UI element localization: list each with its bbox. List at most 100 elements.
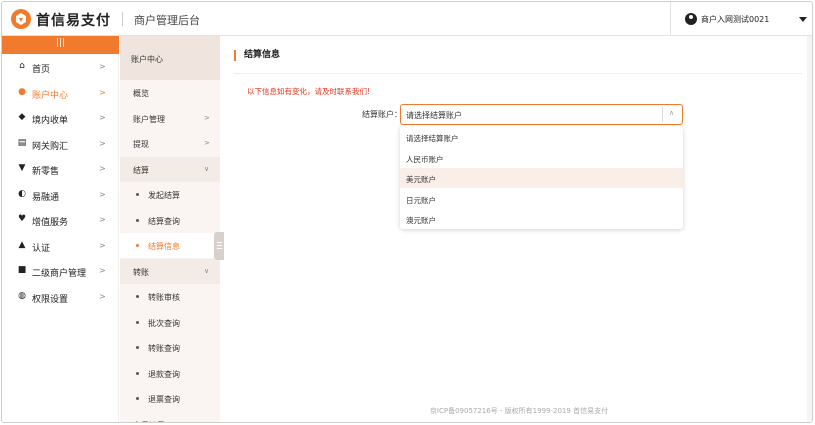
subnav-item-label: 转账 <box>133 267 149 277</box>
home-icon: ⌂ <box>19 61 25 71</box>
dropdown-option[interactable]: 请选择结算账户 <box>400 127 683 147</box>
subnav-collapse-handle[interactable] <box>214 232 224 260</box>
option-label: 请选择结算账户 <box>406 134 459 143</box>
dropdown-option[interactable]: 澳元账户 <box>400 209 683 229</box>
sidebar-item-9[interactable]: ◍ 权限设置 > <box>2 284 119 310</box>
sidebar-item-label: 易融通 <box>32 192 60 203</box>
dropdown-option[interactable]: 日元账户 <box>400 189 683 209</box>
sidebar-item-7[interactable]: ▲ 认证 > <box>2 233 119 259</box>
title-divider <box>234 73 802 74</box>
header-divider <box>122 12 123 26</box>
subnav-item-label: 退款查询 <box>148 369 180 379</box>
sidebar-item-2[interactable]: ◆ 境内收单 > <box>2 105 119 131</box>
sidebar-item-label: 新零售 <box>32 167 60 177</box>
notice-text: 以下信息如有变化，请及时联系我们! <box>247 87 371 96</box>
subnav-item-label: 转账审核 <box>148 293 180 302</box>
subnav-item-12[interactable]: 退票查询 <box>120 386 220 411</box>
subnav-item-11[interactable]: 退款查询 <box>120 361 220 386</box>
bank-icon: ▤ <box>17 137 27 148</box>
subnav-item-1[interactable]: 账户管理 > <box>120 106 220 131</box>
id-card-icon: ■ <box>17 265 27 275</box>
chevron-right-icon: > <box>99 138 106 148</box>
subnav-item-4[interactable]: 发起结算 <box>120 182 220 207</box>
chevron-icon: > <box>204 139 210 147</box>
subnav-item-label: 结算 <box>133 165 149 175</box>
subnav-item-13[interactable]: 交易记录 > <box>120 412 220 423</box>
settlement-account-select[interactable]: 请选择结算账户 ∧ <box>400 104 683 125</box>
subnav-item-3[interactable]: 结算 ∨ <box>120 156 220 182</box>
lock-icon: ◍ <box>18 290 26 301</box>
main-content: 结算信息 以下信息如有变化，请及时联系我们! 结算账户： 请选择结算账户 ∧ 请… <box>224 36 812 422</box>
subnav-item-label: 交易记录 <box>133 420 165 423</box>
app-window: 首信易支付 商户管理后台 商户入网测试0021 ||| ⌂ 首页 > ● 账户中心 > ◆ 境… <box>1 1 813 423</box>
select-value: 请选择结算账户 <box>406 111 462 120</box>
subnav-list: 概览 账户管理 > 提现 > 结算 ∨ 发起结算 结算查询 结算信息 转账 ∨ 转账审核 批次查询 转账查询… <box>120 80 220 423</box>
chevron-right-icon: > <box>99 240 106 250</box>
person-icon: ▲ <box>18 239 26 250</box>
section-title: 结算信息 <box>234 50 280 61</box>
subnav-item-0[interactable]: 概览 <box>120 80 220 105</box>
chevron-icon: ∨ <box>204 164 210 173</box>
sidebar-item-label: 认证 <box>32 243 51 254</box>
swap-icon: ◐ <box>18 188 26 199</box>
page-scrollbar[interactable] <box>807 36 812 422</box>
subnav-item-10[interactable]: 转账查询 <box>120 335 220 360</box>
sidebar-item-label: 二级商户管理 <box>32 269 87 279</box>
bullet-icon <box>136 346 139 349</box>
sidebar-toggle[interactable]: ||| <box>2 36 119 54</box>
user-name: 商户入网测试0021 <box>701 15 770 24</box>
chevron-right-icon: > <box>99 266 106 275</box>
sidebar-item-4[interactable]: ▼ 新零售 > <box>2 156 119 182</box>
layers-icon: ◆ <box>18 112 26 122</box>
bullet-icon <box>136 320 139 324</box>
user-menu[interactable]: 商户入网测试0021 <box>670 2 812 36</box>
dropdown-option[interactable]: 人民币账户 <box>400 148 683 168</box>
cart-icon: ▼ <box>18 163 26 173</box>
chevron-right-icon: > <box>99 291 106 301</box>
sidebar-item-label: 权限设置 <box>32 294 69 305</box>
heart-icon: ♥ <box>17 214 27 224</box>
sidebar-item-label: 境内收单 <box>32 116 69 126</box>
subnav-item-label: 发起结算 <box>148 191 180 200</box>
sidebar-item-label: 账户中心 <box>32 90 69 101</box>
sidebar-item-5[interactable]: ◐ 易融通 > <box>2 182 119 208</box>
subnav-item-8[interactable]: 转账审核 <box>120 284 220 309</box>
chevron-right-icon: > <box>99 189 106 199</box>
option-label: 日元账户 <box>406 195 436 205</box>
sidebar-item-label: 首页 <box>32 65 51 75</box>
bullet-icon <box>136 371 139 375</box>
dropdown-option[interactable]: 美元账户 <box>400 168 683 188</box>
sidebar-item-label: 增值服务 <box>32 218 69 228</box>
bullet-icon <box>136 218 139 222</box>
sidebar-item-6[interactable]: ♥ 增值服务 > <box>2 207 119 233</box>
sidebar-item-3[interactable]: ▤ 网关购汇 > <box>2 131 119 157</box>
main-sidebar: ||| ⌂ 首页 > ● 账户中心 > ◆ 境内收单 > ▤ 网关购汇 > ▼ 新零售 > ◐ 易融通 > ♥ 增值服… <box>2 36 119 422</box>
user-icon: ● <box>18 86 26 97</box>
sub-navigation: 账户中心 概览 账户管理 > 提现 > 结算 ∨ 发起结算 结算查询 结算信息 转账 ∨ 转账审核 批次查… <box>120 36 220 423</box>
subnav-item-2[interactable]: 提现 > <box>120 131 220 156</box>
sidebar-item-8[interactable]: ■ 二级商户管理 > <box>2 258 119 284</box>
subnav-item-label: 转账查询 <box>148 344 180 353</box>
sidebar-item-1[interactable]: ● 账户中心 > <box>2 80 119 106</box>
bullet-icon <box>136 397 139 400</box>
footer-copyright: 京ICP备09057216号 - 版权所有1999-2019 首信易支付 <box>429 407 609 415</box>
brand-name: 首信易支付 <box>36 13 111 29</box>
chevron-right-icon: > <box>99 113 106 122</box>
select-separator <box>662 107 663 122</box>
sidebar-item-0[interactable]: ⌂ 首页 > <box>2 54 119 80</box>
chevron-icon: > <box>204 113 210 122</box>
subnav-item-5[interactable]: 结算查询 <box>120 208 220 233</box>
settlement-account-label: 结算账户： <box>362 110 402 119</box>
brand-logo-icon <box>11 9 31 29</box>
option-label: 人民币账户 <box>406 154 444 164</box>
option-label: 澳元账户 <box>406 216 436 225</box>
subnav-item-7[interactable]: 转账 ∨ <box>120 258 220 284</box>
chevron-right-icon: > <box>99 164 106 173</box>
subnav-title: 账户中心 <box>120 36 220 80</box>
chevron-icon: > <box>204 420 210 423</box>
option-label: 美元账户 <box>406 175 436 184</box>
subnav-item-label: 结算信息 <box>148 242 180 251</box>
chevron-right-icon: > <box>99 215 106 224</box>
subnav-item-6[interactable]: 结算信息 <box>120 233 220 258</box>
subnav-item-9[interactable]: 批次查询 <box>120 310 220 335</box>
